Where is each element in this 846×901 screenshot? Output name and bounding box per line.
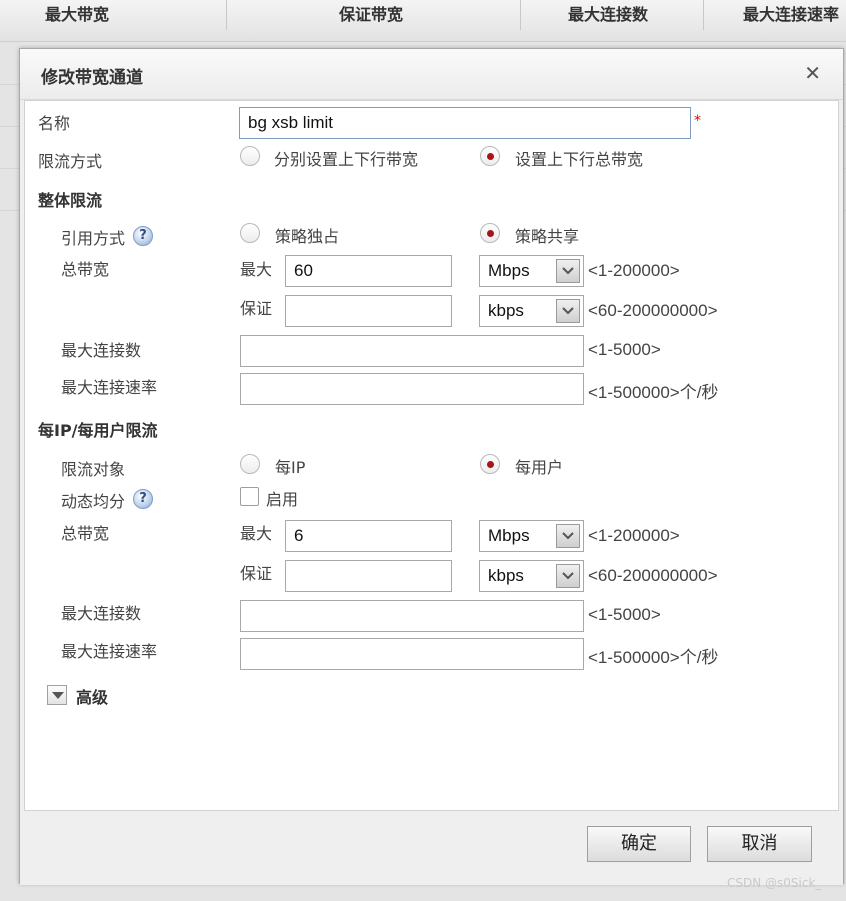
col-header-max-bandwidth[interactable]: 最大带宽 [45, 0, 109, 30]
overall-max-connections-range: <1-5000> [588, 340, 661, 359]
dialog-footer: 确定 取消 [20, 811, 843, 885]
per-ip-max-unit-select[interactable]: Mbps [479, 520, 584, 552]
enable-checkbox[interactable] [240, 487, 259, 506]
radio-per-user[interactable] [480, 454, 500, 474]
caret-down-icon [52, 692, 64, 699]
per-ip-total-bandwidth-label: 总带宽 [61, 524, 110, 543]
chevron-down-icon[interactable] [556, 524, 580, 548]
col-header-max-conn-rate[interactable]: 最大连接速率 [743, 0, 846, 30]
max-label: 最大 [240, 260, 273, 279]
name-input[interactable] [239, 107, 691, 139]
per-ip-max-bandwidth-input[interactable] [285, 520, 452, 552]
per-ip-guarantee-input[interactable] [285, 560, 452, 592]
overall-max-bandwidth-input[interactable] [285, 255, 452, 287]
per-ip-max-conn-rate-input[interactable] [240, 638, 584, 670]
overall-guarantee-input[interactable] [285, 295, 452, 327]
watermark: CSDN @s0Sick_ [727, 876, 822, 890]
per-ip-max-conn-rate-range: <1-500000>个/秒 [588, 648, 719, 667]
overall-max-range: <1-200000> [588, 261, 680, 280]
close-icon[interactable]: ✕ [804, 63, 821, 83]
cancel-button[interactable]: 取消 [707, 826, 812, 862]
chevron-down-icon[interactable] [556, 564, 580, 588]
help-icon[interactable]: ? [133, 226, 153, 246]
overall-max-conn-rate-range: <1-500000>个/秒 [588, 383, 719, 402]
overall-guarantee-unit-select[interactable]: kbps [479, 295, 584, 327]
col-header-guarantee-bandwidth[interactable]: 保证带宽 [339, 0, 403, 30]
radio-per-user-label[interactable]: 每用户 [515, 454, 563, 478]
chevron-down-icon[interactable] [556, 299, 580, 323]
dialog-body: 名称 * 限流方式 分别设置上下行带宽 设置上下行总带宽 整体限流 引用方式 ?… [24, 100, 839, 811]
max-conn-rate-label: 最大连接速率 [61, 378, 158, 397]
column-divider [520, 0, 521, 30]
overall-guarantee-unit-value: kbps [488, 301, 524, 320]
dialog-titlebar: 修改带宽通道 ✕ [20, 49, 843, 100]
overall-max-unit-select[interactable]: Mbps [479, 255, 584, 287]
per-ip-guarantee-range: <60-200000000> [588, 566, 718, 585]
limit-mode-label: 限流方式 [38, 152, 103, 171]
per-ip-max-connections-label: 最大连接数 [61, 604, 142, 623]
radio-per-ip-label[interactable]: 每IP [275, 454, 305, 478]
per-ip-max-connections-range: <1-5000> [588, 605, 661, 624]
ok-button[interactable]: 确定 [587, 826, 691, 862]
radio-policy-shared-label[interactable]: 策略共享 [515, 223, 579, 247]
background-table-header: 最大带宽 保证带宽 最大连接数 最大连接速率 [0, 0, 846, 42]
per-ip-max-label: 最大 [240, 524, 273, 543]
per-ip-limit-section-title: 每IP/每用户限流 [38, 421, 158, 440]
overall-guarantee-range: <60-200000000> [588, 301, 718, 320]
radio-total-up-down[interactable] [480, 146, 500, 166]
column-divider [226, 0, 227, 30]
per-ip-max-conn-rate-label: 最大连接速率 [61, 642, 158, 661]
per-ip-guarantee-unit-value: kbps [488, 566, 524, 585]
per-ip-max-unit-value: Mbps [488, 526, 530, 545]
radio-total-up-down-label[interactable]: 设置上下行总带宽 [515, 146, 643, 170]
column-divider [703, 0, 704, 30]
chevron-down-icon[interactable] [556, 259, 580, 283]
per-ip-max-range: <1-200000> [588, 526, 680, 545]
max-connections-label: 最大连接数 [61, 341, 142, 360]
enable-checkbox-label[interactable]: 启用 [266, 486, 298, 510]
advanced-toggle[interactable] [47, 685, 67, 705]
limit-target-label: 限流对象 [61, 460, 126, 479]
edit-bandwidth-channel-dialog: 修改带宽通道 ✕ 名称 * 限流方式 分别设置上下行带宽 设置上下行总带宽 整体… [19, 48, 844, 885]
dynamic-share-label: 动态均分 [61, 492, 126, 511]
name-label: 名称 [38, 114, 71, 133]
overall-max-conn-rate-input[interactable] [240, 373, 584, 405]
dialog-title: 修改带宽通道 [41, 68, 143, 88]
per-ip-guarantee-label: 保证 [240, 564, 273, 583]
help-icon[interactable]: ? [133, 489, 153, 509]
radio-separate-up-down-label[interactable]: 分别设置上下行带宽 [274, 146, 418, 170]
guarantee-label: 保证 [240, 299, 273, 318]
ref-mode-label: 引用方式 [61, 229, 126, 248]
per-ip-max-connections-input[interactable] [240, 600, 584, 632]
radio-policy-exclusive[interactable] [240, 223, 260, 243]
per-ip-guarantee-unit-select[interactable]: kbps [479, 560, 584, 592]
radio-separate-up-down[interactable] [240, 146, 260, 166]
overall-max-connections-input[interactable] [240, 335, 584, 367]
required-mark: * [694, 113, 701, 129]
col-header-max-connections[interactable]: 最大连接数 [568, 0, 648, 30]
advanced-label[interactable]: 高级 [76, 684, 108, 708]
radio-per-ip[interactable] [240, 454, 260, 474]
total-bandwidth-label: 总带宽 [61, 260, 110, 279]
radio-policy-shared[interactable] [480, 223, 500, 243]
overall-max-unit-value: Mbps [488, 261, 530, 280]
radio-policy-exclusive-label[interactable]: 策略独占 [275, 223, 339, 247]
overall-limit-section-title: 整体限流 [38, 191, 103, 210]
